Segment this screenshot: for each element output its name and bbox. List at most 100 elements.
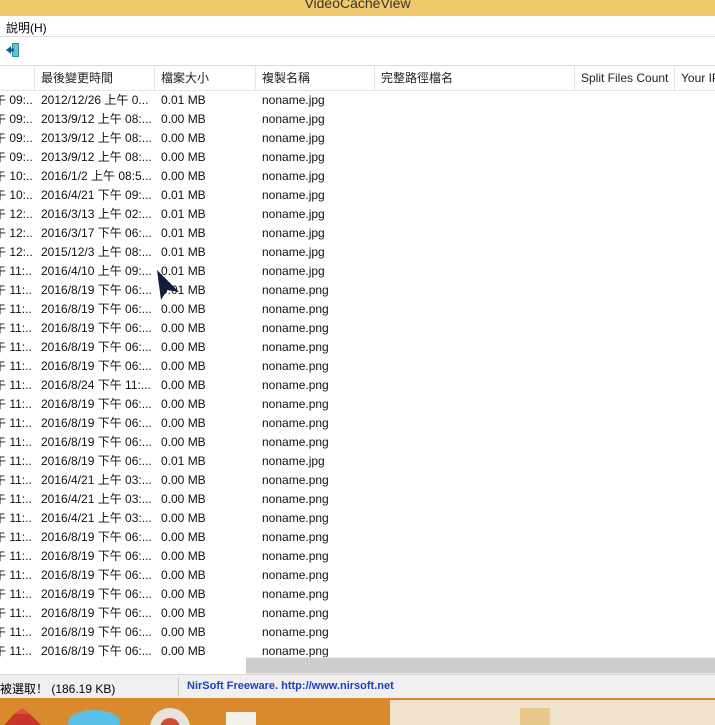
taskbar-document-icon[interactable]: [222, 712, 262, 725]
row-cell-col0: 午 12:...: [0, 226, 32, 240]
table-row[interactable]: 午 11:... 2016/8/19 下午 06:... 0.00 MB noname…: [0, 528, 715, 547]
table-row[interactable]: 午 11:... 2016/8/19 下午 06:... 0.00 MB noname…: [0, 547, 715, 566]
row-cell-modified-time: 2016/8/19 下午 06:...: [41, 549, 152, 563]
table-row[interactable]: 午 11:... 2016/8/19 下午 06:... 0.00 MB noname…: [0, 433, 715, 452]
column-header-file-size[interactable]: 檔案大小: [155, 66, 256, 90]
row-cell-col0: 午 11:...: [0, 511, 32, 525]
column-header-col0[interactable]: [0, 66, 35, 90]
column-header-modified-time[interactable]: 最後變更時間: [35, 66, 155, 90]
table-row[interactable]: 午 11:... 2016/8/19 下午 06:... 0.00 MB noname…: [0, 395, 715, 414]
row-cell-col0: 午 11:...: [0, 283, 32, 297]
row-cell-col0: 午 11:...: [0, 340, 32, 354]
status-credit-link[interactable]: NirSoft Freeware. http://www.nirsoft.net: [187, 680, 394, 692]
table-row[interactable]: 午 11:... 2016/8/19 下午 06:... 0.00 MB noname…: [0, 300, 715, 319]
table-row[interactable]: 午 12:... 2016/3/13 上午 02:... 0.01 MB noname…: [0, 205, 715, 224]
row-cell-file-size: 0.00 MB: [161, 625, 206, 639]
row-cell-col0: 午 11:...: [0, 606, 32, 620]
horizontal-scrollbar[interactable]: [246, 657, 715, 674]
row-cell-copy-name: noname.png: [262, 587, 329, 601]
row-cell-copy-name: noname.jpg: [262, 112, 325, 126]
row-cell-file-size: 0.00 MB: [161, 359, 206, 373]
table-row[interactable]: 午 11:... 2016/4/21 上午 03:... 0.00 MB noname…: [0, 471, 715, 490]
table-row[interactable]: 午 09:... 2013/9/12 上午 08:... 0.00 MB noname…: [0, 110, 715, 129]
row-cell-copy-name: noname.jpg: [262, 207, 325, 221]
taskbar: [0, 698, 715, 725]
row-cell-file-size: 0.01 MB: [161, 188, 206, 202]
row-cell-modified-time: 2016/4/21 下午 09:...: [41, 188, 152, 202]
row-cell-modified-time: 2013/9/12 上午 08:...: [41, 150, 152, 164]
row-cell-col0: 午 11:...: [0, 644, 32, 658]
row-cell-copy-name: noname.png: [262, 416, 329, 430]
table-row[interactable]: 午 09:... 2012/12/26 上午 0... 0.01 MB noname.…: [0, 91, 715, 110]
table-row[interactable]: 午 09:... 2013/9/12 上午 08:... 0.00 MB noname…: [0, 148, 715, 167]
table-row[interactable]: 午 11:...2016/4/10 上午 09:...0.01 MBnoname…: [0, 262, 715, 281]
column-header-split-files-count[interactable]: Split Files Count: [575, 66, 675, 90]
row-cell-col0: 午 09:...: [0, 150, 32, 164]
row-cell-col0: 午 11:...: [0, 302, 32, 316]
menu-help[interactable]: 說明(H): [6, 19, 47, 36]
mouse-cursor-icon: [157, 270, 179, 300]
table-row[interactable]: 午 12:... 2016/3/17 下午 06:... 0.01 MB noname…: [0, 224, 715, 243]
row-cell-copy-name: noname.png: [262, 435, 329, 449]
taskbar-cloud-icon[interactable]: [66, 706, 122, 725]
taskbar-right-area: [390, 700, 715, 725]
row-cell-modified-time: 2016/3/13 上午 02:...: [41, 207, 152, 221]
table-row[interactable]: 午 11:...2016/8/19 下午 06:...0.01 MBnoname…: [0, 452, 715, 471]
cache-file-list[interactable]: 最後變更時間 檔案大小 複製名稱 完整路徑檔名 Split Files Coun…: [0, 66, 715, 658]
table-row[interactable]: 午 11:... 2016/8/19 下午 06:... 0.00 MB noname…: [0, 414, 715, 433]
row-cell-modified-time: 2012/12/26 上午 0...: [41, 93, 149, 107]
scrollbar-thumb[interactable]: [246, 658, 715, 673]
row-cell-copy-name: noname.jpg: [262, 454, 325, 468]
row-cell-col0: 午 11:...: [0, 568, 32, 582]
row-cell-col0: 午 11:...: [0, 530, 32, 544]
row-cell-copy-name: noname.png: [262, 473, 329, 487]
row-cell-modified-time: 2015/12/3 上午 08:...: [41, 245, 152, 259]
table-row[interactable]: 午 11:... 2016/8/19 下午 06:... 0.00 MB noname…: [0, 319, 715, 338]
row-cell-col0: 午 11:...: [0, 625, 32, 639]
table-row[interactable]: 午 12:... 2015/12/3 上午 08:... 0.01 MB noname…: [0, 243, 715, 262]
row-cell-col0: 午 11:...: [0, 416, 32, 430]
row-cell-copy-name: noname.png: [262, 378, 329, 392]
row-cell-file-size: 0.00 MB: [161, 587, 206, 601]
row-cell-file-size: 0.00 MB: [161, 302, 206, 316]
row-cell-modified-time: 2016/4/10 上午 09:...: [41, 264, 152, 278]
table-row[interactable]: 午 11:... 2016/8/19 下午 06:... 0.00 MB noname…: [0, 338, 715, 357]
table-row[interactable]: 午 11:... 2016/8/19 下午 06:... 0.00 MB noname…: [0, 566, 715, 585]
table-row[interactable]: 午 11:... 2016/8/19 下午 06:... 0.00 MB noname…: [0, 357, 715, 376]
row-cell-file-size: 0.00 MB: [161, 644, 206, 658]
table-row[interactable]: 午 11:... 2016/4/21 上午 03:... 0.00 MB noname…: [0, 509, 715, 528]
row-cell-modified-time: 2016/8/19 下午 06:...: [41, 587, 152, 601]
table-row[interactable]: 午 10:... 2016/4/21 下午 09:... 0.01 MB noname…: [0, 186, 715, 205]
row-cell-file-size: 0.00 MB: [161, 549, 206, 563]
row-cell-file-size: 0.01 MB: [161, 226, 206, 240]
row-cell-file-size: 0.01 MB: [161, 93, 206, 107]
table-row[interactable]: 午 11:... 2016/4/21 上午 03:... 0.00 MB noname…: [0, 490, 715, 509]
taskbar-chrome-icon[interactable]: [148, 708, 192, 725]
row-cell-file-size: 0.00 MB: [161, 568, 206, 582]
table-row[interactable]: 午 10:... 2016/1/2 上午 08:5... 0.00 MB noname…: [0, 167, 715, 186]
table-row[interactable]: 午 11:... 2016/8/19 下午 06:... 0.00 MB noname…: [0, 642, 715, 658]
row-cell-modified-time: 2016/4/21 上午 03:...: [41, 511, 152, 525]
table-row[interactable]: 午 11:... 2016/8/24 下午 11:... 0.00 MB noname…: [0, 376, 715, 395]
row-cell-copy-name: noname.png: [262, 606, 329, 620]
taskbar-app-icon-red[interactable]: [0, 708, 50, 725]
row-cell-modified-time: 2016/8/24 下午 11:...: [41, 378, 151, 392]
row-cell-modified-time: 2016/8/19 下午 06:...: [41, 606, 152, 620]
table-row[interactable]: 午 09:... 2013/9/12 上午 08:... 0.00 MB noname…: [0, 129, 715, 148]
column-header-copy-name[interactable]: 複製名稱: [256, 66, 375, 90]
row-cell-copy-name: noname.png: [262, 530, 329, 544]
row-cell-modified-time: 2016/4/21 上午 03:...: [41, 492, 152, 506]
table-row[interactable]: 午 11:... 2016/8/19 下午 06:... 0.00 MB noname…: [0, 623, 715, 642]
table-row[interactable]: 午 11:... 2016/8/19 下午 06:... 0.00 MB noname…: [0, 585, 715, 604]
table-row[interactable]: 午 11:...2016/8/19 下午 06:...0.01 MBnoname…: [0, 281, 715, 300]
table-row[interactable]: 午 11:... 2016/8/19 下午 06:... 0.00 MB noname…: [0, 604, 715, 623]
row-cell-file-size: 0.01 MB: [161, 454, 206, 468]
row-cell-modified-time: 2013/9/12 上午 08:...: [41, 112, 152, 126]
column-header-full-path[interactable]: 完整路徑檔名: [375, 66, 575, 90]
row-cell-copy-name: noname.png: [262, 397, 329, 411]
toolbar: [0, 37, 715, 66]
row-cell-col0: 午 11:...: [0, 473, 32, 487]
column-header-your-ip[interactable]: Your IP: [675, 66, 715, 90]
exit-button[interactable]: [4, 41, 22, 59]
row-cell-file-size: 0.01 MB: [161, 245, 206, 259]
